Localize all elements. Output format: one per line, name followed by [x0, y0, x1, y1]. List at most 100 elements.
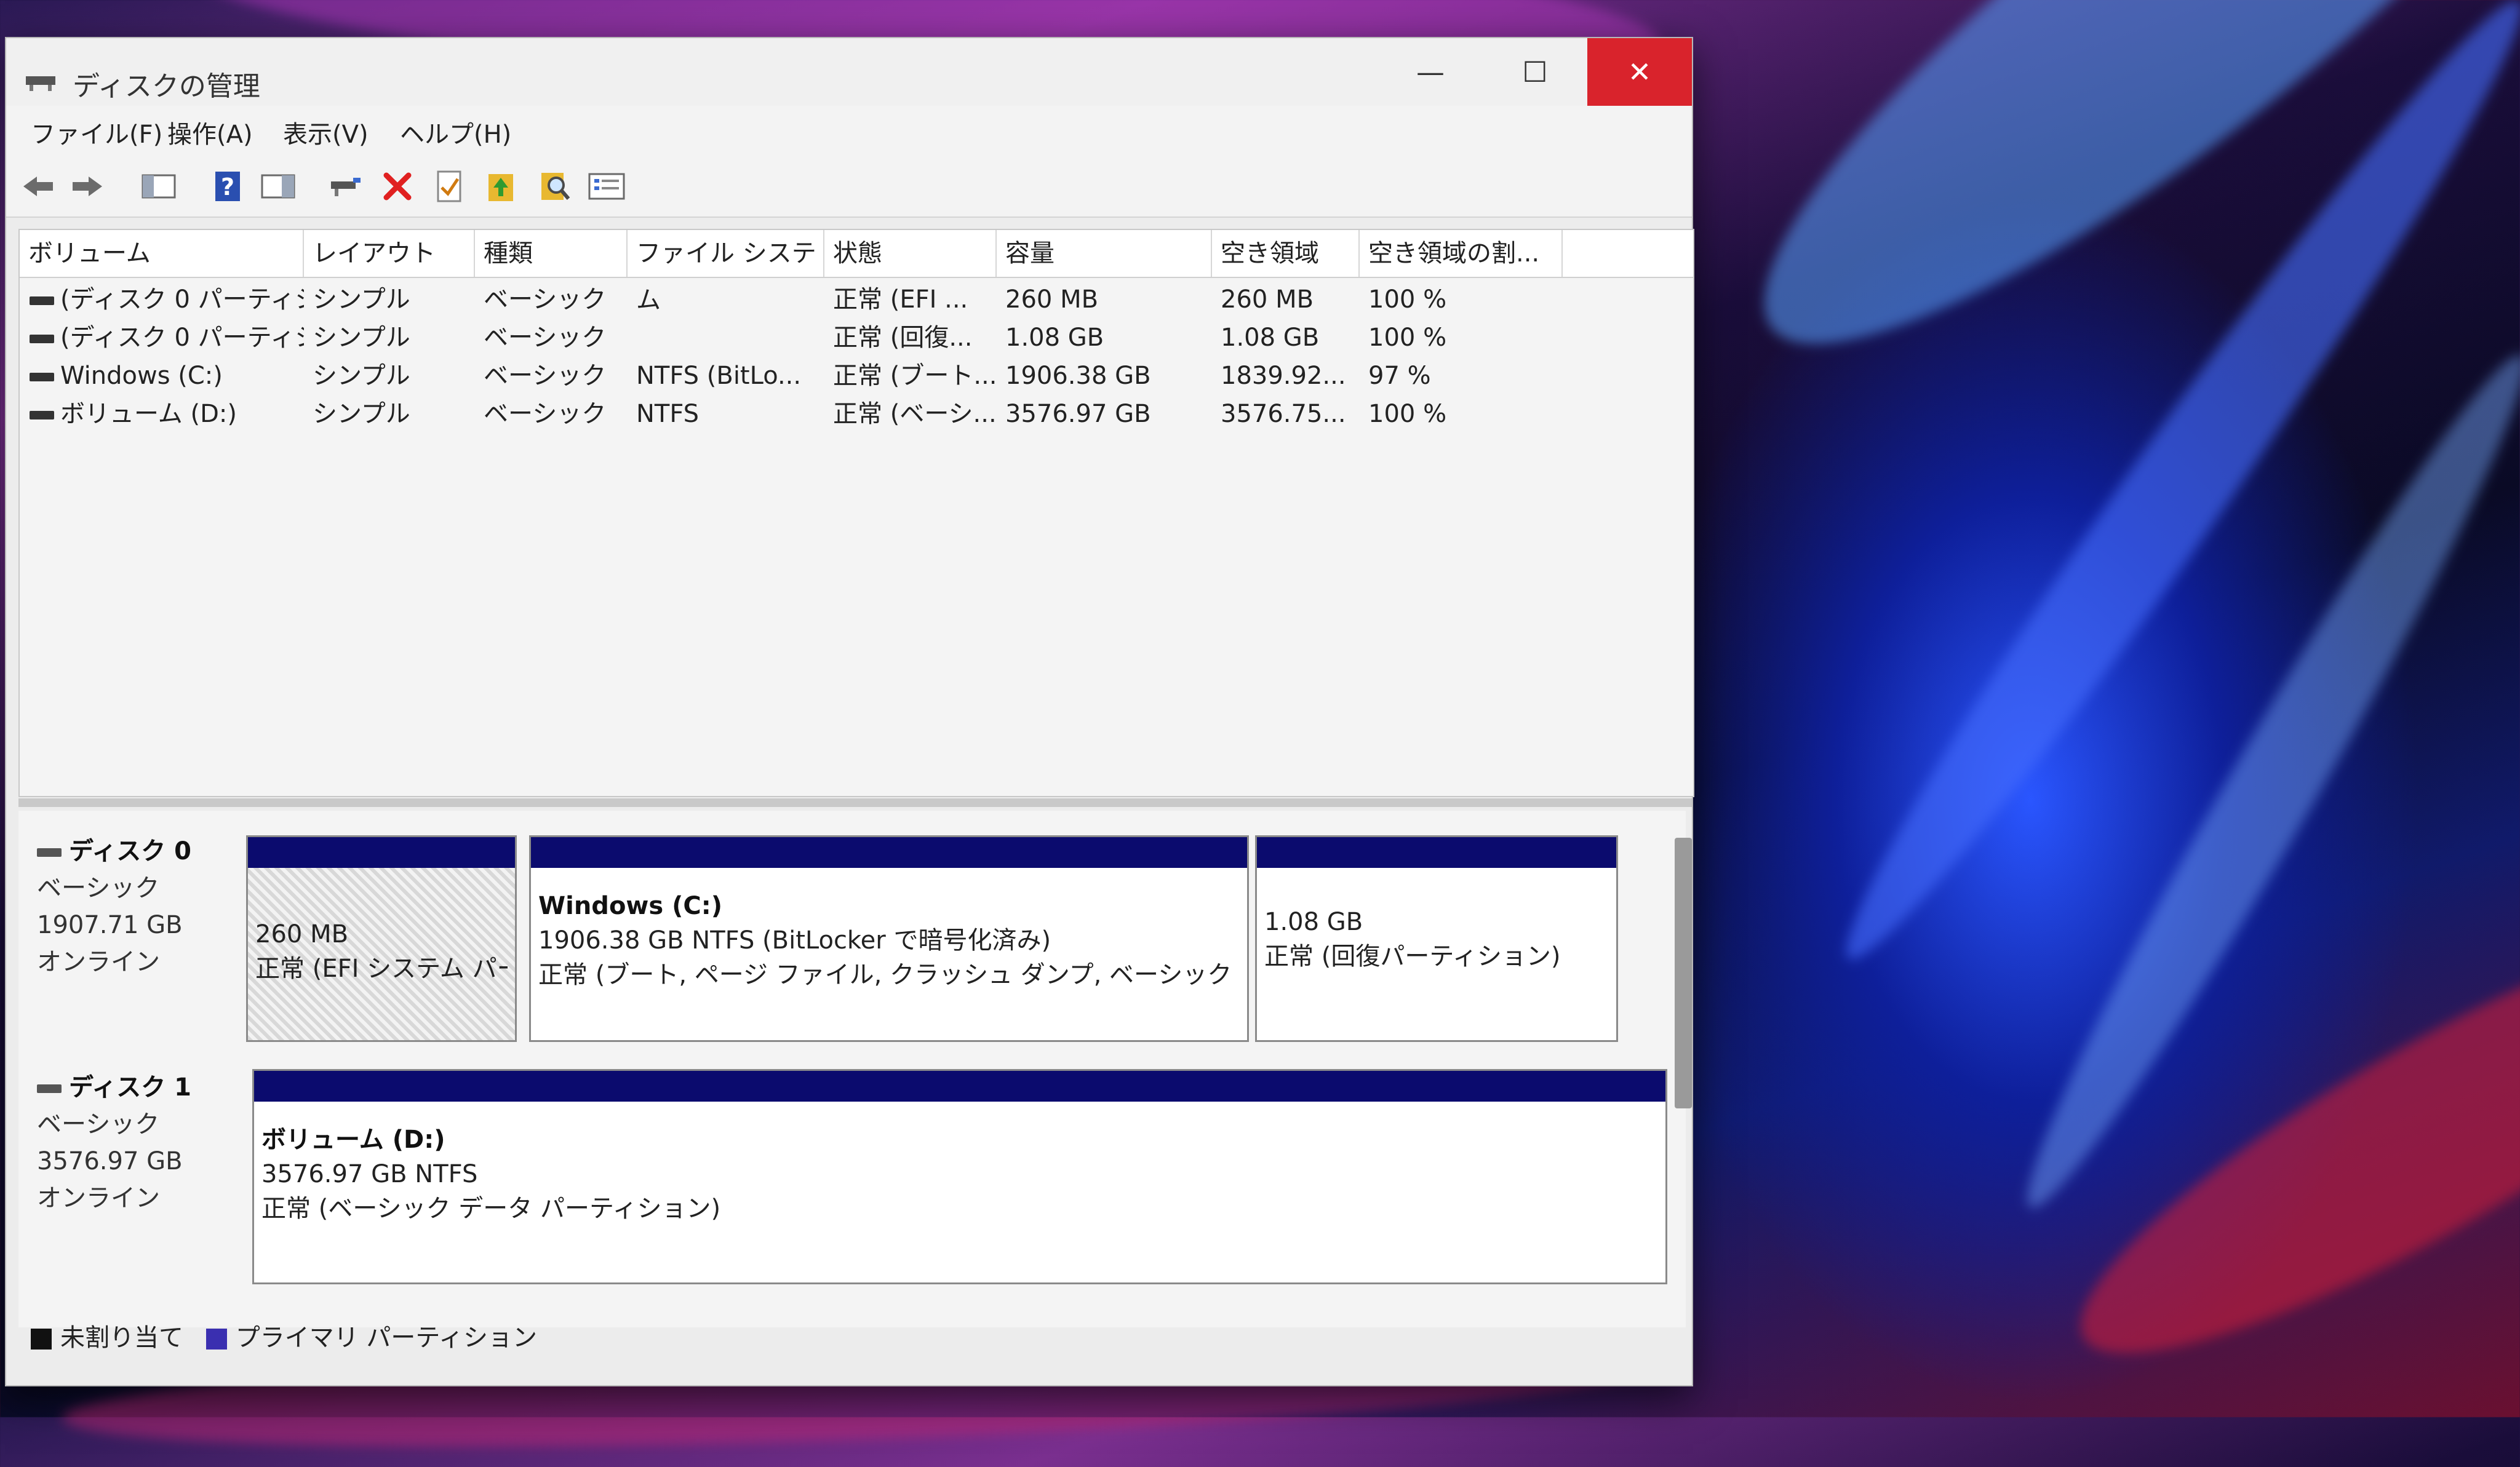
cell-free-space: 3576.75... [1221, 400, 1346, 428]
check-button[interactable] [429, 169, 469, 204]
legend-unallocated: 未割り当て [60, 1324, 183, 1352]
menu-bar: ファイル(F) 操作(A) 表示(V) ヘルプ(H) [6, 106, 1692, 155]
partition-recovery[interactable]: 1.08 GB 正常 (回復パーティション) [1255, 835, 1618, 1042]
connect-disk-button[interactable] [326, 169, 365, 204]
column-header-volume[interactable]: ボリューム [20, 230, 304, 277]
minimize-button[interactable]: — [1378, 38, 1483, 106]
partition-efi-status: 正常 (EFI システム パーティション) [255, 955, 508, 983]
partition-efi[interactable]: 260 MB 正常 (EFI システム パーティション) [246, 835, 517, 1042]
disk-management-icon [26, 76, 55, 91]
column-header-filesystem[interactable]: ファイル システム [628, 230, 824, 314]
menu-help[interactable]: ヘルプ(H) [400, 114, 511, 150]
column-header-capacity[interactable]: 容量 [997, 230, 1212, 277]
column-header-layout[interactable]: レイアウト [304, 230, 475, 277]
cell-capacity: 3576.97 GB [1005, 400, 1151, 428]
partition-recovery-status: 正常 (回復パーティション) [1264, 942, 1561, 971]
cell-free-space: 260 MB [1221, 285, 1314, 314]
partition-recovery-size: 1.08 GB [1264, 908, 1363, 936]
cell-status: 正常 (ベーシ... [833, 400, 997, 428]
disk-icon [37, 848, 62, 857]
maximize-icon: ☐ [1522, 55, 1548, 89]
check-icon [437, 170, 461, 202]
cell-status: 正常 (EFI ... [833, 285, 968, 314]
console-tree-icon [142, 174, 176, 199]
delete-button[interactable] [378, 169, 417, 204]
cell-volume: (ディスク 0 パーティショ... [60, 285, 304, 314]
partition-windows-c-status: 正常 (ブート, ページ ファイル, クラッシュ ダンプ, ベーシック データ … [538, 961, 1240, 989]
column-header-free-percent[interactable]: 空き領域の割... [1360, 230, 1563, 277]
search-button[interactable] [535, 169, 575, 204]
export-button[interactable] [481, 169, 520, 204]
disk0-name: ディスク 0 [69, 837, 191, 865]
cell-capacity: 1.08 GB [1005, 324, 1104, 352]
cell-layout: シンプル [313, 400, 410, 428]
disk-management-window: ディスクの管理 — ☐ ✕ ファイル(F) 操作(A) 表示(V) ヘルプ(H)… [5, 37, 1694, 1386]
cell-filesystem: NTFS (BitLo... [636, 362, 802, 390]
cell-free-percent: 100 % [1368, 400, 1447, 428]
volume-icon [30, 373, 54, 381]
disk0-label[interactable]: ディスク 0 ベーシック 1907.71 GB オンライン [37, 833, 191, 980]
column-header-status[interactable]: 状態 [824, 230, 997, 277]
menu-view[interactable]: 表示(V) [283, 114, 369, 150]
cell-type: ベーシック [484, 400, 607, 428]
legend-primary: プライマリ パーティション [235, 1324, 538, 1352]
svg-text:?: ? [221, 173, 234, 201]
cell-volume: ボリューム (D:) [60, 400, 237, 428]
volume-list: ボリューム レイアウト 種類 ファイル システム 状態 容量 空き領域 空き領域… [18, 229, 1694, 797]
partition-windows-c-name: Windows (C:) [538, 892, 723, 920]
column-header-type[interactable]: 種類 [475, 230, 628, 277]
column-header-free-space[interactable]: 空き領域 [1212, 230, 1360, 277]
pane-splitter[interactable] [18, 798, 1692, 807]
properties-pane-button[interactable] [258, 169, 298, 204]
partition-volume-d-size: 3576.97 GB NTFS [261, 1160, 478, 1188]
table-row[interactable]: (ディスク 0 パーティショ... シンプル ベーシック 正常 (EFI ...… [20, 280, 1693, 319]
forward-button[interactable] [68, 169, 107, 204]
cell-status: 正常 (回復... [833, 324, 973, 352]
partition-volume-d-name: ボリューム (D:) [261, 1126, 445, 1154]
menu-action[interactable]: 操作(A) [167, 114, 253, 150]
menu-file[interactable]: ファイル(F) [31, 114, 162, 150]
settings-list-icon [588, 173, 625, 200]
partition-volume-d[interactable]: ボリューム (D:) 3576.97 GB NTFS 正常 (ベーシック データ… [252, 1069, 1667, 1284]
back-button[interactable] [18, 169, 58, 204]
partition-type-bar [248, 837, 515, 868]
disk1-label[interactable]: ディスク 1 ベーシック 3576.97 GB オンライン [37, 1069, 191, 1217]
table-row[interactable]: (ディスク 0 パーティショ... シンプル ベーシック 正常 (回復... 1… [20, 319, 1693, 357]
cell-free-space: 1839.92... [1221, 362, 1346, 390]
cell-volume: Windows (C:) [60, 362, 223, 390]
minimize-icon: — [1416, 55, 1445, 89]
disk0-size: 1907.71 GB [37, 911, 183, 939]
disk-view-scrollbar[interactable] [1675, 838, 1692, 1108]
forward-icon [73, 177, 102, 196]
disk1-size: 3576.97 GB [37, 1147, 183, 1175]
cell-free-percent: 100 % [1368, 324, 1447, 352]
cell-type: ベーシック [484, 324, 607, 352]
cell-filesystem [636, 319, 824, 357]
cell-layout: シンプル [313, 324, 410, 352]
legend: 未割り当て プライマリ パーティション [31, 1318, 537, 1353]
cell-free-space: 1.08 GB [1221, 324, 1320, 352]
partition-windows-c[interactable]: Windows (C:) 1906.38 GB NTFS (BitLocker … [529, 835, 1249, 1042]
close-button[interactable]: ✕ [1587, 38, 1692, 106]
cell-filesystem [636, 280, 824, 319]
toolbar: ? [6, 155, 1692, 218]
settings-list-button[interactable] [587, 169, 626, 204]
window-title: ディスクの管理 [73, 71, 260, 102]
search-icon [541, 173, 570, 200]
console-tree-button[interactable] [139, 169, 178, 204]
cell-type: ベーシック [484, 285, 607, 314]
disk1-status: オンライン [37, 1184, 160, 1212]
table-row[interactable]: Windows (C:) シンプル ベーシック NTFS (BitLo... 正… [20, 357, 1693, 395]
cell-free-percent: 97 % [1368, 362, 1431, 390]
partition-type-bar [1257, 837, 1616, 868]
title-bar[interactable]: ディスクの管理 — ☐ ✕ [6, 38, 1692, 106]
connect-disk-icon [331, 178, 361, 196]
cell-filesystem: NTFS [636, 400, 700, 428]
maximize-button[interactable]: ☐ [1483, 38, 1587, 106]
disk-icon [37, 1084, 62, 1093]
back-icon [23, 177, 53, 196]
partition-type-bar [254, 1071, 1665, 1102]
help-button[interactable]: ? [208, 169, 247, 204]
table-row[interactable]: ボリューム (D:) シンプル ベーシック NTFS 正常 (ベーシ... 35… [20, 395, 1693, 433]
partition-volume-d-status: 正常 (ベーシック データ パーティション) [261, 1195, 721, 1223]
